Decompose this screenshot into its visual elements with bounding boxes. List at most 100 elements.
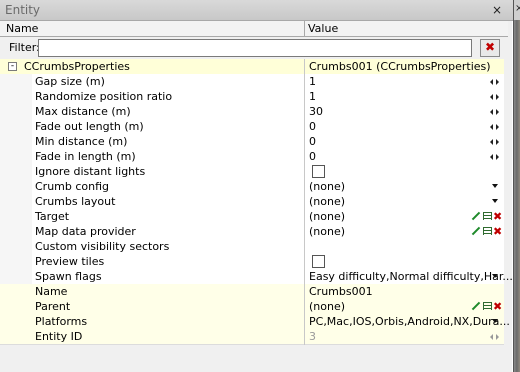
property-name: Min distance (m)	[35, 135, 128, 148]
property-value: 3	[309, 330, 316, 343]
browse-list-icon[interactable]	[483, 302, 492, 310]
row-divider	[304, 59, 305, 75]
group-name: CCrumbsProperties	[24, 60, 130, 73]
property-row-parent[interactable]: Parent (none) ✖	[0, 299, 504, 315]
pick-entity-icon[interactable]	[472, 227, 480, 235]
row-divider	[304, 314, 305, 330]
property-row-fade-out-length-m[interactable]: Fade out length (m) 0	[0, 119, 504, 135]
column-header-name[interactable]: Name	[6, 22, 38, 35]
property-row-name[interactable]: Name Crumbs001	[0, 284, 504, 300]
row-divider	[304, 179, 305, 195]
property-row-ignore-distant-lights[interactable]: Ignore distant lights	[0, 164, 504, 180]
spinner-arrows-icon[interactable]	[490, 92, 501, 101]
row-gutter	[0, 149, 32, 164]
row-gutter	[0, 254, 32, 269]
property-value[interactable]: 0	[309, 150, 316, 163]
row-divider	[304, 134, 305, 150]
property-value[interactable]: PC,Mac,IOS,Orbis,Android,NX,Dura...	[309, 315, 510, 328]
group-row-ccrumbsproperties[interactable]: - CCrumbsProperties Crumbs001 (CCrumbsPr…	[0, 59, 504, 75]
pick-entity-icon[interactable]	[472, 302, 480, 310]
property-row-custom-visibility-sectors[interactable]: Custom visibility sectors	[0, 239, 504, 255]
column-header: Name Value	[0, 21, 508, 37]
property-name: Crumbs layout	[35, 195, 116, 208]
property-row-entity-id[interactable]: Entity ID 3	[0, 329, 504, 345]
close-icon[interactable]: ×	[490, 3, 504, 17]
property-row-map-data-provider[interactable]: Map data provider (none) ✖	[0, 224, 504, 240]
property-value[interactable]: 0	[309, 135, 316, 148]
filter-input[interactable]	[38, 39, 472, 57]
collapse-icon[interactable]: -	[8, 62, 17, 71]
property-name: Entity ID	[35, 330, 83, 343]
property-value[interactable]: (none)	[309, 195, 345, 208]
property-name: Fade out length (m)	[35, 120, 144, 133]
dropdown-arrow-icon[interactable]	[492, 274, 498, 278]
row-divider	[304, 299, 305, 315]
property-row-crumb-config[interactable]: Crumb config (none)	[0, 179, 504, 195]
property-value[interactable]: 1	[309, 90, 316, 103]
property-value[interactable]: (none)	[309, 300, 345, 313]
property-row-target[interactable]: Target (none) ✖	[0, 209, 504, 225]
pick-entity-icon[interactable]	[472, 212, 480, 220]
row-gutter	[0, 299, 32, 314]
column-header-value[interactable]: Value	[308, 22, 338, 35]
row-gutter	[0, 314, 32, 329]
property-name: Ignore distant lights	[35, 165, 146, 178]
row-gutter	[0, 224, 32, 239]
row-gutter	[0, 134, 32, 149]
property-name: Spawn flags	[35, 270, 102, 283]
spinner-arrows-icon[interactable]	[490, 152, 501, 161]
column-divider[interactable]	[304, 21, 305, 36]
property-row-preview-tiles[interactable]: Preview tiles	[0, 254, 504, 270]
property-value[interactable]: (none)	[309, 180, 345, 193]
group-value: Crumbs001 (CCrumbsProperties)	[309, 60, 491, 73]
row-divider	[304, 224, 305, 240]
browse-list-icon[interactable]	[483, 227, 492, 235]
property-name: Crumb config	[35, 180, 110, 193]
property-row-spawn-flags[interactable]: Spawn flags Easy difficulty,Normal diffic…	[0, 269, 513, 285]
property-name: Name	[35, 285, 68, 298]
clear-filter-button[interactable]: ✖	[480, 39, 500, 57]
property-value[interactable]: 0	[309, 120, 316, 133]
property-grid: - CCrumbsProperties Crumbs001 (CCrumbsPr…	[0, 59, 513, 372]
row-gutter	[0, 239, 32, 254]
property-name: Parent	[35, 300, 71, 313]
property-value[interactable]: (none)	[309, 225, 345, 238]
clear-value-icon[interactable]: ✖	[493, 209, 502, 224]
property-row-fade-in-length-m[interactable]: Fade in length (m) 0	[0, 149, 504, 165]
row-gutter	[0, 119, 32, 134]
property-row-randomize-position-ratio[interactable]: Randomize position ratio 1	[0, 89, 504, 105]
property-name: Map data provider	[35, 225, 136, 238]
property-value[interactable]: Crumbs001	[309, 285, 373, 298]
adjacent-close-icon[interactable]: ×	[515, 3, 520, 14]
row-gutter	[0, 74, 32, 89]
property-name: Fade in length (m)	[35, 150, 136, 163]
spinner-arrows-icon[interactable]	[490, 107, 501, 116]
property-row-crumbs-layout[interactable]: Crumbs layout (none)	[0, 194, 504, 210]
row-divider	[304, 104, 305, 120]
row-divider	[304, 149, 305, 165]
property-value[interactable]: 30	[309, 105, 323, 118]
property-checkbox[interactable]	[312, 165, 325, 178]
dropdown-arrow-icon[interactable]	[492, 184, 498, 188]
property-name: Preview tiles	[35, 255, 105, 268]
property-name: Max distance (m)	[35, 105, 131, 118]
property-row-max-distance-m[interactable]: Max distance (m) 30	[0, 104, 504, 120]
clear-value-icon[interactable]: ✖	[493, 299, 502, 314]
row-divider	[304, 209, 305, 225]
property-row-min-distance-m[interactable]: Min distance (m) 0	[0, 134, 504, 150]
spinner-arrows-icon[interactable]	[490, 122, 501, 131]
spinner-arrows-icon[interactable]	[490, 137, 501, 146]
row-gutter	[0, 89, 32, 104]
property-value[interactable]: Easy difficulty,Normal difficulty,Har...	[309, 270, 513, 283]
browse-list-icon[interactable]	[483, 212, 492, 220]
spinner-arrows-icon[interactable]	[490, 77, 501, 86]
property-checkbox[interactable]	[312, 255, 325, 268]
row-gutter	[0, 194, 32, 209]
clear-value-icon[interactable]: ✖	[493, 224, 502, 239]
property-value[interactable]: (none)	[309, 210, 345, 223]
property-row-gap-size-m[interactable]: Gap size (m) 1	[0, 74, 504, 90]
dropdown-arrow-icon[interactable]	[492, 199, 498, 203]
property-row-platforms[interactable]: Platforms PC,Mac,IOS,Orbis,Android,NX,Dur…	[0, 314, 510, 330]
property-value[interactable]: 1	[309, 75, 316, 88]
dropdown-arrow-icon[interactable]	[492, 319, 498, 323]
